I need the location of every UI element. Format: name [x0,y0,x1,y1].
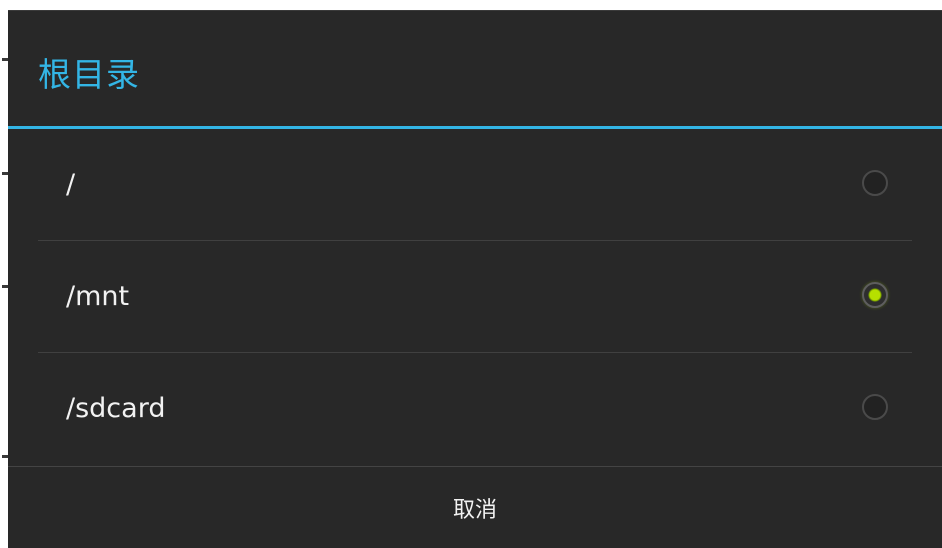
option-label: /mnt [66,281,130,312]
cancel-button[interactable]: 取消 [8,467,942,548]
button-bar: 取消 [8,466,942,548]
option-list: / /mnt /sdcard [8,129,942,465]
option-sdcard[interactable]: /sdcard [8,353,942,465]
background-edge [0,0,8,548]
directory-dialog: 根目录 / /mnt /sdcard 取消 [8,10,942,548]
radio-button[interactable] [862,170,888,196]
radio-button-checked[interactable] [862,282,888,308]
option-label: /sdcard [66,393,166,424]
option-root[interactable]: / [8,129,942,241]
option-label: / [66,169,76,200]
option-mnt[interactable]: /mnt [8,241,942,353]
radio-button[interactable] [862,394,888,420]
screen: 根目录 / /mnt /sdcard 取消 [0,0,942,548]
dialog-title: 根目录 [38,55,140,94]
